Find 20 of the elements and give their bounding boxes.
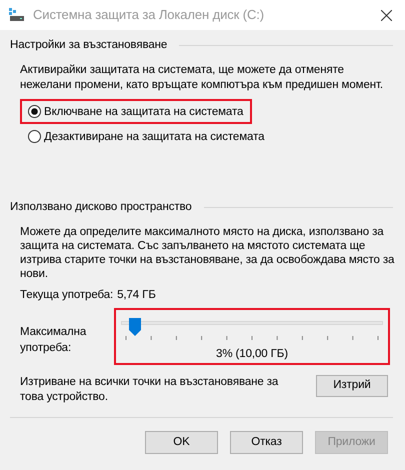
delete-description: Изтриване на всички точки на възстановяване за това устройство. bbox=[20, 374, 280, 405]
description-text: Можете да определите максималното място на диска, използвано за защита на системата. Със запълването на мястото системата ще изтрива старите точки на възстановяване, за да освобождава място за нови. bbox=[20, 224, 395, 280]
radio-button[interactable] bbox=[28, 130, 41, 144]
description-text: Активирайки защитата на системата, ще можете да отменяте нежелани промени, като връщате компютъра към предишен момент. bbox=[20, 63, 384, 94]
group-heading: Използвано дисково пространство bbox=[10, 200, 192, 216]
radio-label[interactable]: Включване на защитата на системата bbox=[44, 104, 244, 119]
current-usage-label: Текуща употреба: bbox=[20, 288, 114, 302]
max-usage-reading: 3% (10,00 ГБ) bbox=[216, 346, 288, 362]
radio-button[interactable] bbox=[28, 105, 41, 118]
close-icon[interactable] bbox=[381, 10, 392, 20]
current-usage-value: 5,74 ГБ bbox=[117, 288, 156, 302]
slider-thumb[interactable] bbox=[128, 318, 140, 336]
dialog-button[interactable]: OK bbox=[145, 430, 218, 454]
dialog-button[interactable]: Отказ bbox=[230, 430, 303, 454]
window-title: Системна защита за Локален диск (C:) bbox=[33, 6, 264, 24]
max-usage-label: Максимална употреба: bbox=[20, 324, 88, 356]
delete-button[interactable]: Изтрий bbox=[316, 374, 388, 397]
group-heading: Настройки за възстановяване bbox=[10, 38, 168, 53]
radio-label[interactable]: Дезактивиране на защитата на системата bbox=[44, 130, 264, 144]
drive-icon bbox=[9, 8, 25, 22]
